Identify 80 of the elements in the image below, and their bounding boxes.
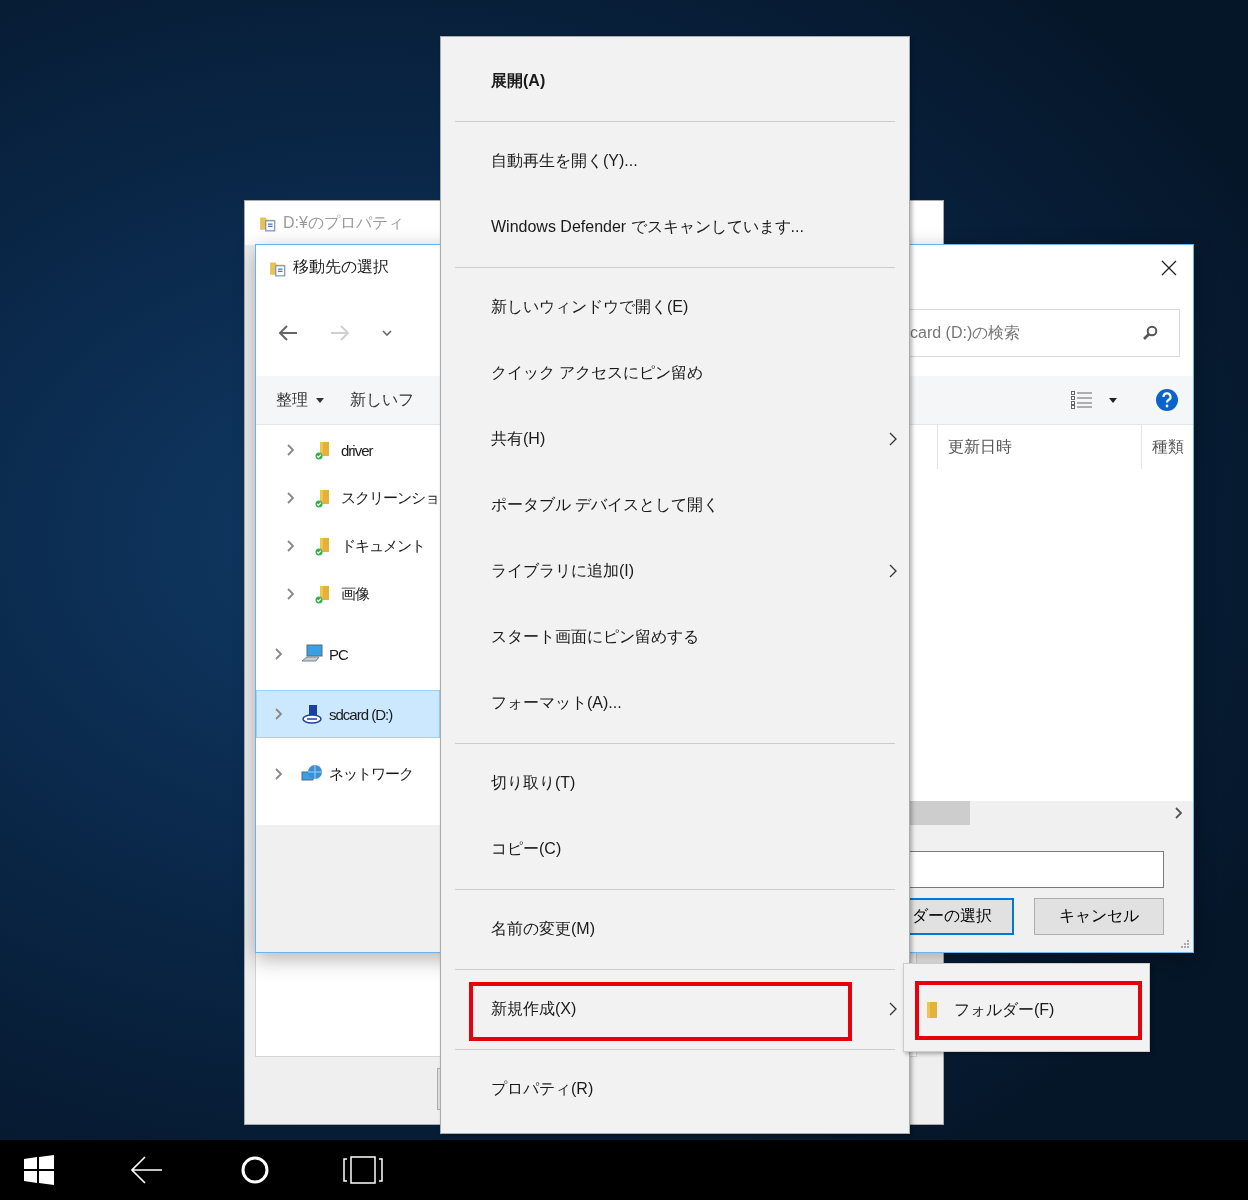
menu-item[interactable]: 展開(A) xyxy=(441,48,909,114)
chevron-right-icon[interactable] xyxy=(275,708,283,720)
toolbar-button[interactable]: 新しいフ xyxy=(348,385,416,415)
tree-item-label: ネットワーク xyxy=(329,764,413,784)
menu-item-label: 名前の変更(M) xyxy=(491,918,596,939)
menu-item[interactable]: コピー(C) xyxy=(441,816,909,882)
menu-item[interactable]: 切り取り(T) xyxy=(441,750,909,816)
dialog-button[interactable]: キャンセル xyxy=(1034,898,1164,935)
menu-item-label: 新規作成(X) xyxy=(491,998,578,1019)
resize-grip-icon[interactable] xyxy=(1181,940,1189,948)
toolbar-button[interactable]: 整理 xyxy=(274,385,326,415)
menu-item-label: プロパティ(R) xyxy=(491,1078,595,1099)
search-icon[interactable] xyxy=(1142,325,1158,341)
dropdown-icon xyxy=(316,397,324,403)
tree-item[interactable]: driver xyxy=(256,426,440,474)
help-icon[interactable] xyxy=(1155,388,1179,412)
scrollbar-thumb[interactable] xyxy=(910,801,970,825)
chevron-right-icon[interactable] xyxy=(275,648,283,660)
menu-item[interactable]: 新しいウィンドウで開く(E) xyxy=(441,274,909,340)
menu-item[interactable]: フォルダー(F) xyxy=(904,981,1149,1039)
chevron-right-icon[interactable] xyxy=(287,444,295,456)
scroll-right-icon[interactable] xyxy=(1175,807,1183,819)
tree-item[interactable]: sdcard (D:) xyxy=(256,690,440,738)
tree-item-label: sdcard (D:) xyxy=(329,705,393,723)
menu-item-label: 新しいウィンドウで開く(E) xyxy=(491,296,690,317)
menu-item-label: 切り取り(T) xyxy=(491,772,577,793)
tree-item-label: ドキュメント xyxy=(341,536,425,556)
menu-item-label: 展開(A) xyxy=(491,70,547,91)
menu-item[interactable]: プロパティ(R) xyxy=(441,1056,909,1122)
tree-item[interactable]: 画像 xyxy=(256,570,440,618)
tree-item[interactable]: ネットワーク xyxy=(256,750,440,798)
menu-item[interactable]: クイック アクセスにピン留め xyxy=(441,340,909,406)
view-list-icon[interactable] xyxy=(1071,391,1093,409)
windows-start-icon[interactable] xyxy=(24,1155,54,1185)
search-circle-icon[interactable] xyxy=(240,1155,270,1185)
menu-item-label: 自動再生を開く(Y)... xyxy=(491,150,639,171)
tree-item[interactable]: PC xyxy=(256,630,440,678)
folder-icon xyxy=(926,1001,938,1019)
network-globe-icon xyxy=(301,764,323,784)
menu-item-label: スタート画面にピン留めする xyxy=(491,626,700,647)
dropdown-icon[interactable] xyxy=(1109,397,1117,403)
menu-item-label: 共有(H) xyxy=(491,428,547,449)
sd-card-icon xyxy=(301,704,323,724)
tree-item-label: PC xyxy=(329,645,348,663)
menu-item[interactable]: 共有(H) xyxy=(441,406,909,472)
menu-item-label: ライブラリに追加(I) xyxy=(491,560,636,581)
chevron-right-icon[interactable] xyxy=(287,588,295,600)
window-title: D:¥のプロパティ xyxy=(283,212,404,233)
tree-item-label: driver xyxy=(341,441,373,459)
dialog-title: 移動先の選択 xyxy=(293,257,389,277)
folder-name-field[interactable] xyxy=(908,851,1164,888)
tree-item-label: 画像 xyxy=(341,584,369,604)
column-header[interactable]: 種類 xyxy=(1142,425,1184,469)
chevron-right-icon[interactable] xyxy=(275,768,283,780)
task-view-icon[interactable] xyxy=(343,1156,383,1184)
menu-item[interactable]: ライブラリに追加(I) xyxy=(441,538,909,604)
tree-item[interactable]: ドキュメント xyxy=(256,522,440,570)
menu-item[interactable]: ポータブル デバイスとして開く xyxy=(441,472,909,538)
chevron-right-icon[interactable] xyxy=(287,540,295,552)
folder-document-icon xyxy=(259,214,277,232)
menu-item-label: ポータブル デバイスとして開く xyxy=(491,494,721,515)
close-icon[interactable] xyxy=(1161,259,1177,276)
menu-item-label: フォーマット(A)... xyxy=(491,692,623,713)
tree-item-label: スクリーンショ xyxy=(341,488,439,508)
chevron-down-icon[interactable] xyxy=(382,330,392,336)
menu-item-label: クイック アクセスにピン留め xyxy=(491,362,705,383)
dialog-button[interactable]: ダーの選択 xyxy=(908,898,1014,935)
chevron-right-icon[interactable] xyxy=(287,492,295,504)
menu-item[interactable]: Windows Defender でスキャンしています... xyxy=(441,194,909,260)
menu-item[interactable]: 名前の変更(M) xyxy=(441,896,909,962)
tree-item[interactable]: スクリーンショ xyxy=(256,474,440,522)
menu-item-label: フォルダー(F) xyxy=(954,999,1055,1020)
computer-icon xyxy=(301,644,323,664)
menu-item[interactable]: フォーマット(A)... xyxy=(441,670,909,736)
menu-item[interactable]: 自動再生を開く(Y)... xyxy=(441,128,909,194)
menu-item[interactable]: スタート画面にピン留めする xyxy=(441,604,909,670)
menu-item-label: コピー(C) xyxy=(491,838,563,859)
column-header[interactable]: 更新日時 xyxy=(938,425,1142,469)
search-field[interactable]: card (D:)の検索 xyxy=(908,309,1180,357)
menu-item-label: Windows Defender でスキャンしています... xyxy=(491,216,805,237)
